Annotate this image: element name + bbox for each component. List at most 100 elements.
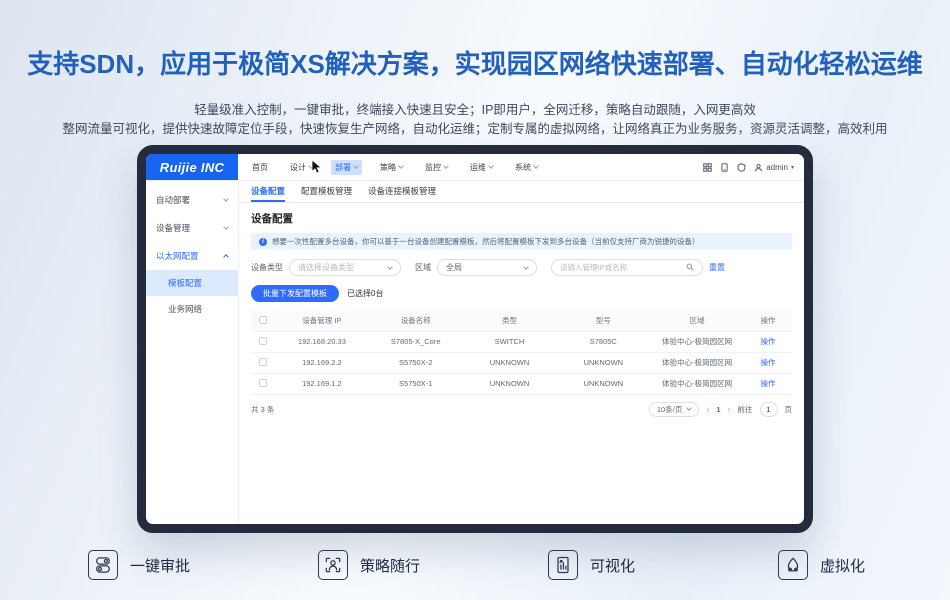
feature-label: 策略随行 (360, 555, 420, 576)
brand-logo[interactable]: Ruijie INC (146, 154, 238, 180)
row-action-link[interactable]: 操作 (761, 337, 776, 346)
chevron-down-icon (308, 163, 314, 169)
feature-strip: 一键审批 策略随行 可视化 虚拟化 (88, 550, 950, 580)
col-header-action: 操作 (744, 311, 792, 331)
reset-link[interactable]: 重置 (709, 262, 725, 273)
chevron-down-icon (488, 163, 494, 169)
goto-page-input[interactable] (760, 402, 778, 417)
hero-subtitle-2: 整网流量可视化，提供快速故障定位手段，快速恢复生产网络，自动化运维；定制专属的虚… (0, 118, 950, 137)
user-menu[interactable]: admin ▾ (754, 163, 794, 172)
chevron-down-icon (223, 224, 229, 230)
sidebar: 自动部署 设备管理 以太网配置 模板配置 业务网络 (146, 181, 239, 524)
main-panel: 设备配置 配置模板管理 设备连接模板管理 设备配置 i 想要一次性配置多台设备，… (239, 181, 804, 524)
col-header-ip: 设备管理 IP (275, 311, 369, 331)
policy-follow-icon (318, 550, 348, 580)
select-all-checkbox[interactable] (259, 316, 267, 324)
nav-item-deploy[interactable]: 部署 (331, 160, 362, 175)
app-topbar: Ruijie INC 首页 设计 部署 策略 监控 运维 系统 (146, 154, 804, 181)
selected-count: 已选择0台 (347, 288, 383, 299)
page-title: 设备配置 (251, 211, 792, 226)
nav-item-policy[interactable]: 策略 (376, 160, 407, 175)
row-action-link[interactable]: 操作 (761, 379, 776, 388)
table-header-row: 设备管理 IP 设备名称 类型 型号 区域 操作 (251, 311, 792, 331)
filter-bar: 设备类型 请选择设备类型 区域 全局 (251, 259, 792, 276)
page-size-select[interactable]: 10条/页 (649, 402, 699, 417)
goto-label: 前往 (738, 404, 753, 415)
search-input[interactable] (560, 263, 680, 272)
total-count: 共 3 条 (251, 404, 274, 415)
chevron-down-icon (686, 405, 692, 411)
tablet-icon[interactable] (720, 163, 729, 172)
chevron-down-icon (443, 163, 449, 169)
sidebar-item-business-network[interactable]: 业务网络 (146, 296, 238, 322)
caret-down-icon: ▾ (791, 164, 794, 171)
shield-icon[interactable] (737, 163, 746, 172)
main-nav: 首页 设计 部署 策略 监控 运维 系统 (248, 160, 542, 175)
page-suffix: 页 (785, 404, 793, 415)
feature-label: 可视化 (590, 555, 635, 576)
nav-item-monitor[interactable]: 监控 (421, 160, 452, 175)
feature-visualization: 可视化 (548, 550, 778, 580)
search-icon[interactable] (686, 263, 694, 273)
current-page[interactable]: 1 (716, 405, 720, 414)
tab-device-config[interactable]: 设备配置 (251, 181, 285, 202)
feature-policy-follow: 策略随行 (318, 550, 548, 580)
info-banner-text: 想要一次性配置多台设备，你可以基于一台设备创建配置模板，然后将配置模板下发到多台… (272, 236, 700, 247)
nav-item-ops[interactable]: 运维 (466, 160, 497, 175)
device-table: 设备管理 IP 设备名称 类型 型号 区域 操作 192.168.20.33 (251, 311, 792, 395)
next-page-button[interactable]: › (728, 405, 731, 414)
chevron-down-icon (533, 163, 539, 169)
row-checkbox[interactable] (259, 337, 267, 345)
device-type-label: 设备类型 (251, 262, 283, 273)
tab-bar: 设备配置 配置模板管理 设备连接模板管理 (239, 181, 804, 203)
sidebar-item-auto-deploy[interactable]: 自动部署 (146, 186, 238, 214)
col-header-name: 设备名称 (369, 311, 463, 331)
col-header-region: 区域 (650, 311, 744, 331)
row-checkbox[interactable] (259, 358, 267, 366)
chevron-down-icon (223, 196, 229, 202)
batch-deliver-button[interactable]: 批量下发配置模板 (251, 285, 339, 302)
col-header-model: 型号 (556, 311, 650, 331)
table-row: 192.169.1.2 S5750X-1 UNKNOWN UNKNOWN 体验中… (251, 373, 792, 394)
hero-title: 支持SDN，应用于极简XS解决方案，实现园区网络快速部署、自动化轻松运维 (0, 44, 950, 84)
search-box (551, 259, 703, 276)
topbar-right: admin ▾ (703, 163, 804, 172)
device-type-select[interactable]: 请选择设备类型 (289, 259, 401, 276)
nav-item-home[interactable]: 首页 (248, 160, 272, 175)
grid-icon[interactable] (703, 163, 712, 172)
feature-virtualization: 虚拟化 (778, 550, 950, 580)
info-icon: i (259, 238, 267, 246)
chevron-down-icon (398, 163, 404, 169)
sidebar-item-device-mgmt[interactable]: 设备管理 (146, 214, 238, 242)
col-header-type: 类型 (463, 311, 557, 331)
region-select[interactable]: 全局 (437, 259, 537, 276)
feature-label: 虚拟化 (820, 555, 865, 576)
nav-item-system[interactable]: 系统 (511, 160, 542, 175)
visualization-icon (548, 550, 578, 580)
nav-item-design[interactable]: 设计 (286, 160, 317, 175)
sidebar-item-template-config[interactable]: 模板配置 (146, 270, 238, 296)
virtualization-icon (778, 550, 808, 580)
chevron-down-icon (387, 264, 393, 270)
hero-subtitle-1: 轻量级准入控制，一键审批，终端接入快速且安全；IP即用户，全网迁移，策略自动跟随… (0, 99, 950, 118)
chevron-down-icon (523, 264, 529, 270)
feature-one-click-approval: 一键审批 (88, 550, 318, 580)
region-label: 区域 (415, 262, 431, 273)
approval-icon (88, 550, 118, 580)
app-window: Ruijie INC 首页 设计 部署 策略 监控 运维 系统 (137, 145, 813, 533)
user-icon (754, 163, 763, 172)
feature-label: 一键审批 (130, 555, 190, 576)
prev-page-button[interactable]: ‹ (706, 405, 709, 414)
action-bar: 批量下发配置模板 已选择0台 (251, 285, 792, 302)
sidebar-item-ethernet-config[interactable]: 以太网配置 (146, 242, 238, 270)
user-name: admin (766, 163, 788, 172)
chevron-up-icon (223, 254, 229, 260)
row-checkbox[interactable] (259, 379, 267, 387)
tab-config-template-mgmt[interactable]: 配置模板管理 (301, 181, 352, 202)
chevron-down-icon (353, 163, 359, 169)
tab-device-conn-template-mgmt[interactable]: 设备连接模板管理 (368, 181, 436, 202)
table-row: 192.169.2.2 S5750X-2 UNKNOWN UNKNOWN 体验中… (251, 352, 792, 373)
info-banner: i 想要一次性配置多台设备，你可以基于一台设备创建配置模板，然后将配置模板下发到… (251, 233, 792, 250)
table-row: 192.168.20.33 S7805-X_Core SWITCH S7805C… (251, 331, 792, 352)
row-action-link[interactable]: 操作 (761, 358, 776, 367)
